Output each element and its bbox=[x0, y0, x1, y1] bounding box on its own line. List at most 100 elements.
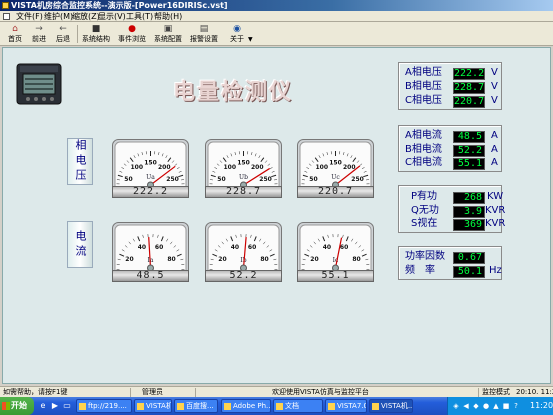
start-button[interactable]: 开始 bbox=[0, 397, 34, 415]
voltage-group-label: 相电压 bbox=[67, 138, 93, 185]
system-structure-label: 系统结构 bbox=[82, 35, 110, 43]
phase-c-current-label: C相电流 bbox=[405, 157, 442, 168]
event-icon: ● bbox=[128, 24, 136, 34]
taskbar-item-vista-active[interactable]: VISTA机... bbox=[369, 399, 413, 413]
menu-help[interactable]: 帮助(H) bbox=[154, 12, 182, 21]
gauge-tick-label: 150 bbox=[329, 160, 342, 167]
media-icon[interactable]: ▶ bbox=[50, 401, 60, 411]
config-icon: ▣ bbox=[163, 24, 173, 34]
alarm-settings-button[interactable]: ▤ 报警设置 bbox=[188, 23, 220, 45]
volume-icon[interactable]: ◀ bbox=[462, 402, 470, 410]
taskbar-item-vista7[interactable]: VISTA7.0... bbox=[325, 399, 367, 413]
apparent-power-value: 369 bbox=[453, 219, 485, 231]
security-icon[interactable]: ◆ bbox=[472, 402, 480, 410]
taskbar-item-label: VISTA机... bbox=[381, 402, 413, 410]
gauge-tick-label: 60 bbox=[155, 244, 163, 251]
phase-b-voltage-label: B相电压 bbox=[405, 81, 442, 92]
status-time: 20:10. 11:20 bbox=[516, 388, 553, 396]
taskbar-item-label: 百度搜... bbox=[186, 402, 214, 410]
document-icon[interactable] bbox=[3, 13, 10, 20]
taskbar-item-label: 文档 bbox=[285, 402, 299, 410]
status-message: 欢迎使用VISTA仿真与监控平台 bbox=[272, 388, 369, 396]
app-icon bbox=[372, 403, 379, 410]
home-button[interactable]: ⌂ 首页 bbox=[4, 23, 26, 45]
gauge-tick-label: 20 bbox=[218, 256, 226, 263]
gauge-tick-label: 80 bbox=[260, 256, 268, 263]
antivirus-icon[interactable]: ▲ bbox=[492, 402, 500, 410]
menu-zoom[interactable]: 缩放(Z) bbox=[72, 12, 100, 21]
taskbar-item-ftp[interactable]: ftp://219.... bbox=[76, 399, 132, 413]
toolbar: ⌂ 首页 → 前进 ← 后退 ■ 系统结构 ● 事件浏览 ▣ 系统配置 ▤ 报警… bbox=[0, 22, 553, 46]
back-button[interactable]: ← 后退 bbox=[52, 23, 74, 45]
about-button[interactable]: ◉ 关于 bbox=[226, 23, 248, 45]
app-icon bbox=[328, 403, 335, 410]
gauge-tick-label: 100 bbox=[223, 164, 236, 171]
home-icon: ⌂ bbox=[12, 24, 18, 34]
gauge-tick-label: 40 bbox=[231, 244, 239, 251]
gauge-tick-label: 80 bbox=[167, 256, 175, 263]
system-structure-button[interactable]: ■ 系统结构 bbox=[80, 23, 112, 45]
phase-b-voltage-unit: V bbox=[491, 81, 498, 92]
help-icon[interactable]: ? bbox=[512, 402, 520, 410]
folder-icon bbox=[79, 403, 86, 410]
gauge-phase-label: Ua bbox=[146, 174, 155, 181]
about-label: 关于 bbox=[230, 35, 244, 43]
phase-a-voltage-unit: V bbox=[491, 67, 498, 78]
gauge-tick-label: 20 bbox=[125, 256, 133, 263]
update-icon[interactable]: ● bbox=[482, 402, 490, 410]
system-config-button[interactable]: ▣ 系统配置 bbox=[152, 23, 184, 45]
gauge-tick-label: 40 bbox=[323, 244, 331, 251]
menu-file[interactable]: 文件(F) bbox=[16, 12, 43, 21]
taskbar-item-photoshop[interactable]: Adobe Ph... bbox=[221, 399, 271, 413]
forward-label: 前进 bbox=[32, 35, 46, 43]
status-divider bbox=[130, 388, 131, 397]
menu-maintain[interactable]: 维护(M) bbox=[44, 12, 73, 21]
about-icon: ◉ bbox=[233, 24, 241, 34]
network-icon[interactable]: ◈ bbox=[452, 402, 460, 410]
menu-tools[interactable]: 工具(T) bbox=[126, 12, 153, 21]
windows-logo-icon bbox=[2, 402, 10, 410]
browser-icon bbox=[177, 403, 184, 410]
gauge-tick-label: 50 bbox=[309, 176, 317, 183]
phase-a-voltage-label: A相电压 bbox=[405, 67, 442, 78]
event-browse-button[interactable]: ● 事件浏览 bbox=[116, 23, 148, 45]
taskbar-item-documents[interactable]: 文档 bbox=[273, 399, 323, 413]
taskbar-item-baidu[interactable]: 百度搜... bbox=[174, 399, 218, 413]
toolbar-separator bbox=[77, 25, 78, 43]
system-tray: ◈ ◀ ◆ ● ▲ ■ ? 11:20 bbox=[447, 397, 553, 415]
status-divider bbox=[195, 388, 196, 397]
gauge-tick-label: 150 bbox=[237, 160, 250, 167]
back-icon: ← bbox=[59, 24, 67, 34]
power-factor-value: 0.67 bbox=[453, 252, 485, 264]
ie-icon[interactable]: e bbox=[38, 401, 48, 411]
gauge-tick-label: 200 bbox=[158, 164, 171, 171]
phase-a-voltage-value: 222.2 bbox=[453, 68, 485, 80]
back-label: 后退 bbox=[56, 35, 70, 43]
phase-b-current-unit: A bbox=[491, 144, 498, 155]
menu-view[interactable]: 显示(V) bbox=[98, 12, 126, 21]
title-bar[interactable]: VISTA机房综合监控系统--演示版-[Power16DIRISc.vst] bbox=[0, 0, 553, 11]
reactive-power-label: Q无功 bbox=[411, 205, 439, 216]
gauge-tick-label: 100 bbox=[315, 164, 328, 171]
gauge-tick-label: 200 bbox=[251, 164, 264, 171]
power-meter-device-image bbox=[16, 63, 62, 105]
forward-icon: → bbox=[35, 24, 43, 34]
gauge-tick-label: 40 bbox=[138, 244, 146, 251]
ime-icon[interactable]: ■ bbox=[502, 402, 510, 410]
forward-button[interactable]: → 前进 bbox=[28, 23, 50, 45]
page-title: 电量检测仪 bbox=[172, 80, 293, 105]
power-factor-label: 功率因数 bbox=[405, 251, 445, 262]
current-readout-c: 55.1 bbox=[297, 270, 374, 282]
desktop-icon[interactable]: ▭ bbox=[62, 401, 72, 411]
chevron-down-icon[interactable]: ▼ bbox=[248, 36, 253, 43]
home-label: 首页 bbox=[8, 35, 22, 43]
phase-b-current-value: 52.2 bbox=[453, 145, 485, 157]
taskbar-item-label: VISTA7.0... bbox=[337, 402, 367, 410]
menu-bar: 文件(F) 维护(M) 缩放(Z) 显示(V) 工具(T) 帮助(H) bbox=[0, 11, 553, 22]
taskbar-clock: 11:20 bbox=[530, 401, 553, 410]
window-title: VISTA机房综合监控系统--演示版-[Power16DIRISc.vst] bbox=[11, 1, 228, 10]
active-power-value: 268 bbox=[453, 192, 485, 204]
app-icon bbox=[137, 403, 144, 410]
factor-panel: 功率因数 0.67 频 率 50.1 Hz bbox=[398, 246, 502, 280]
taskbar-item-vista[interactable]: VISTA机... bbox=[134, 399, 172, 413]
